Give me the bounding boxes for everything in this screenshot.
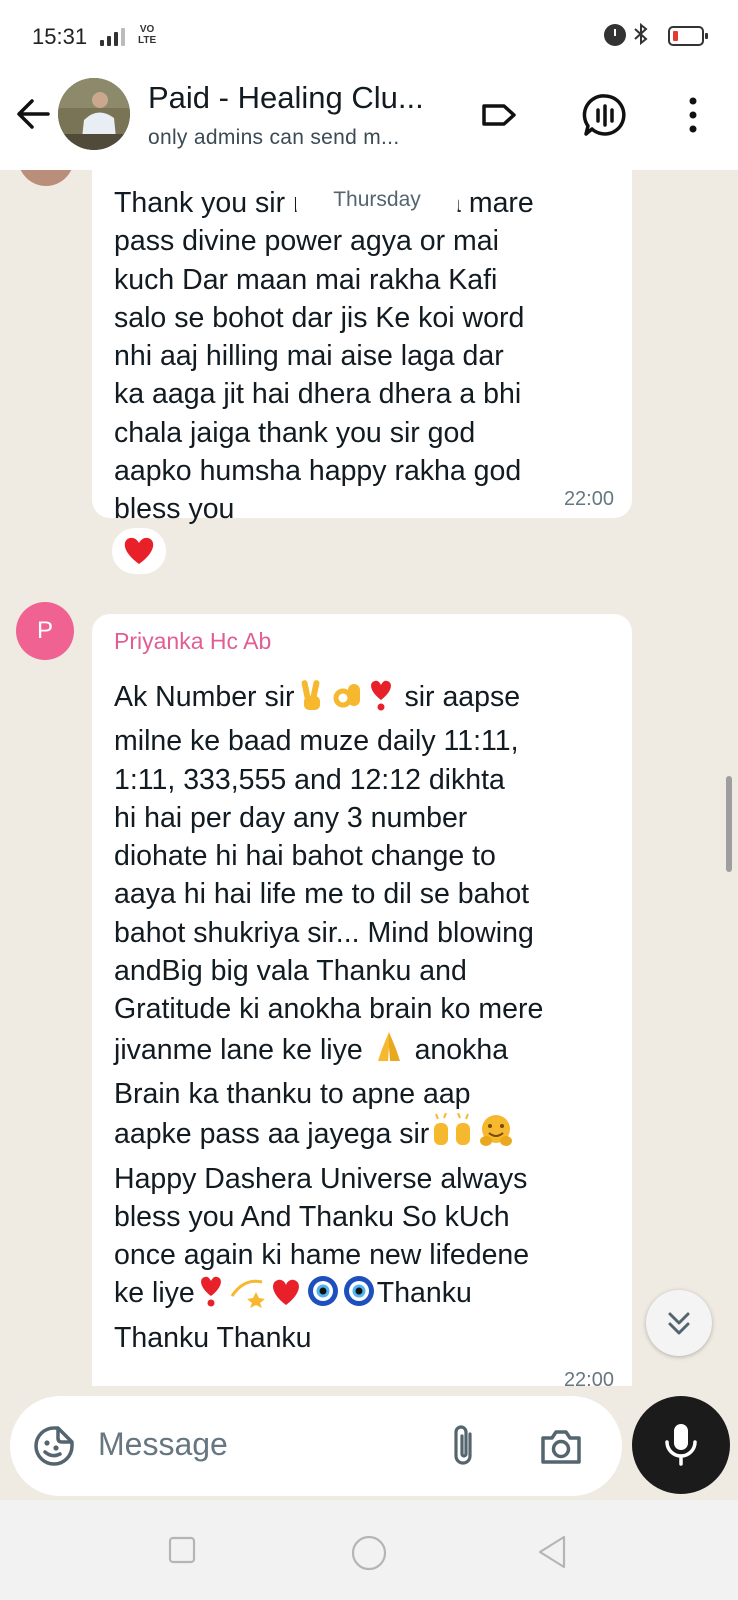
- volte-line2: LTE: [138, 35, 157, 46]
- heart-exclamation-emoji-icon: [366, 678, 396, 722]
- volte-line1: VO: [139, 24, 155, 35]
- heart-exclamation-emoji-icon: [196, 1274, 226, 1318]
- bluetooth-icon: [632, 22, 650, 52]
- message-line: jivanme lane ke liye anokha: [114, 1029, 619, 1075]
- message-line: bless you And Thanku So kUch: [114, 1200, 510, 1233]
- message-line: aapko humsha happy rakha god: [114, 455, 522, 488]
- volte-indicator: VO LTE: [138, 24, 156, 46]
- recents-icon[interactable]: [168, 1536, 196, 1569]
- label-icon[interactable]: [474, 90, 524, 140]
- message-line-text: aapke pass aa jayega sir: [114, 1118, 430, 1151]
- message-line-text: jivanme lane ke liye: [114, 1033, 363, 1066]
- group-avatar[interactable]: [58, 78, 130, 150]
- battery-icon: [668, 26, 708, 46]
- sender-avatar[interactable]: P: [16, 602, 74, 660]
- message-line: chala jaiga thank you sir god: [114, 416, 476, 449]
- scrollbar[interactable]: [726, 776, 732, 872]
- message-line: ke liye Thanku: [114, 1274, 619, 1318]
- message-input[interactable]: Message: [98, 1426, 228, 1463]
- message-bubble[interactable]: Thank you sir mai aisa laga mare pass di…: [92, 170, 632, 525]
- message-line: Ak Number sir sir aapse: [114, 678, 619, 722]
- chat-subtitle: only admins can send m...: [148, 126, 400, 149]
- message-line: ka aaga jit hai dhera dhera a bhi: [114, 378, 522, 411]
- status-bar: 15:31 VO LTE: [0, 0, 738, 64]
- chat-header: Paid - Healing Clu... only admins can se…: [0, 64, 738, 170]
- chat-area[interactable]: Thank you sir mai aisa laga mare pass di…: [0, 170, 738, 1386]
- message-line: bless you: [114, 493, 235, 526]
- message-line: pass divine power agya or mai: [114, 225, 499, 258]
- nazar-amulet-emoji-icon: [342, 1274, 376, 1318]
- folded-hands-emoji-icon: [372, 1029, 406, 1075]
- message-text: Ak Number sir sir aapse milne ke baad mu…: [114, 678, 619, 1357]
- back-arrow-icon[interactable]: [14, 94, 54, 134]
- victory-hand-emoji-icon: [296, 678, 328, 722]
- message-line: once again ki hame new lifedene: [114, 1239, 530, 1272]
- attach-icon[interactable]: [444, 1422, 484, 1475]
- chat-title[interactable]: Paid - Healing Clu...: [148, 80, 468, 116]
- message-line: bahot shukriya sir... Mind blowing: [114, 916, 534, 949]
- message-time: 22:00: [563, 488, 614, 510]
- dizzy-star-emoji-icon: [228, 1274, 266, 1318]
- nazar-amulet-emoji-icon: [306, 1274, 340, 1318]
- message-line: Brain ka thanku to apne aap: [114, 1077, 471, 1110]
- message-line-text: anokha: [414, 1033, 509, 1066]
- scroll-down-button[interactable]: [646, 1290, 712, 1356]
- message-line: 1:11, 333,555 and 12:12 dikhta: [114, 763, 505, 796]
- date-separator: Thursday: [296, 182, 458, 218]
- message-input-bar[interactable]: Message: [10, 1396, 622, 1496]
- message-line: hi hai per day any 3 number: [114, 801, 468, 834]
- message-text: Thank you sir mai aisa laga mare pass di…: [114, 184, 619, 529]
- mic-button[interactable]: [632, 1396, 730, 1494]
- hugging-face-emoji-icon: [478, 1113, 514, 1159]
- sticker-icon[interactable]: [32, 1424, 76, 1473]
- sender-avatar[interactable]: [18, 170, 74, 186]
- signal-icon: [100, 28, 125, 46]
- message-line: salo se bohot dar jis Ke koi word: [114, 301, 525, 334]
- message-line: Thanku Thanku: [114, 1321, 312, 1354]
- navigation-bar: [0, 1500, 738, 1600]
- raising-hands-emoji-icon: [430, 1112, 476, 1159]
- message-bubble[interactable]: Priyanka Hc Ab Ak Number sir sir aapse m…: [92, 614, 632, 1386]
- alarm-icon: [604, 24, 626, 46]
- voice-chat-icon[interactable]: [580, 90, 630, 140]
- message-line: andBig big vala Thanku and: [114, 955, 467, 988]
- message-line: diohate hi hai bahot change to: [114, 840, 496, 873]
- mic-icon: [665, 1424, 697, 1466]
- more-vert-icon[interactable]: [668, 90, 718, 140]
- message-line-text: sir aapse: [404, 681, 521, 713]
- status-time: 15:31: [32, 24, 88, 49]
- red-heart-emoji-icon: [268, 1276, 304, 1318]
- message-line: milne ke baad muze daily 11:11,: [114, 725, 519, 758]
- ok-hand-emoji-icon: [330, 678, 364, 722]
- back-nav-icon[interactable]: [536, 1534, 570, 1575]
- message-line-text: Thanku: [376, 1277, 472, 1310]
- message-line: nhi aaj hilling mai aise laga dar: [114, 340, 504, 373]
- message-line: Happy Dashera Universe always: [114, 1162, 528, 1195]
- camera-icon[interactable]: [538, 1424, 584, 1473]
- message-line: kuch Dar maan mai rakha Kafi: [114, 263, 498, 296]
- message-line-text: Ak Number sir: [114, 681, 295, 713]
- message-line: Gratitude ki anokha brain ko mere: [114, 993, 544, 1026]
- message-time: 22:00: [563, 1369, 614, 1386]
- home-icon[interactable]: [350, 1534, 388, 1577]
- reaction-heart[interactable]: [110, 526, 168, 576]
- message-line: aapke pass aa jayega sir: [114, 1112, 619, 1159]
- sender-name[interactable]: Priyanka Hc Ab: [114, 628, 271, 655]
- message-line-text: ke liye: [114, 1277, 195, 1310]
- message-line: aaya hi hai life me to dil se bahot: [114, 878, 530, 911]
